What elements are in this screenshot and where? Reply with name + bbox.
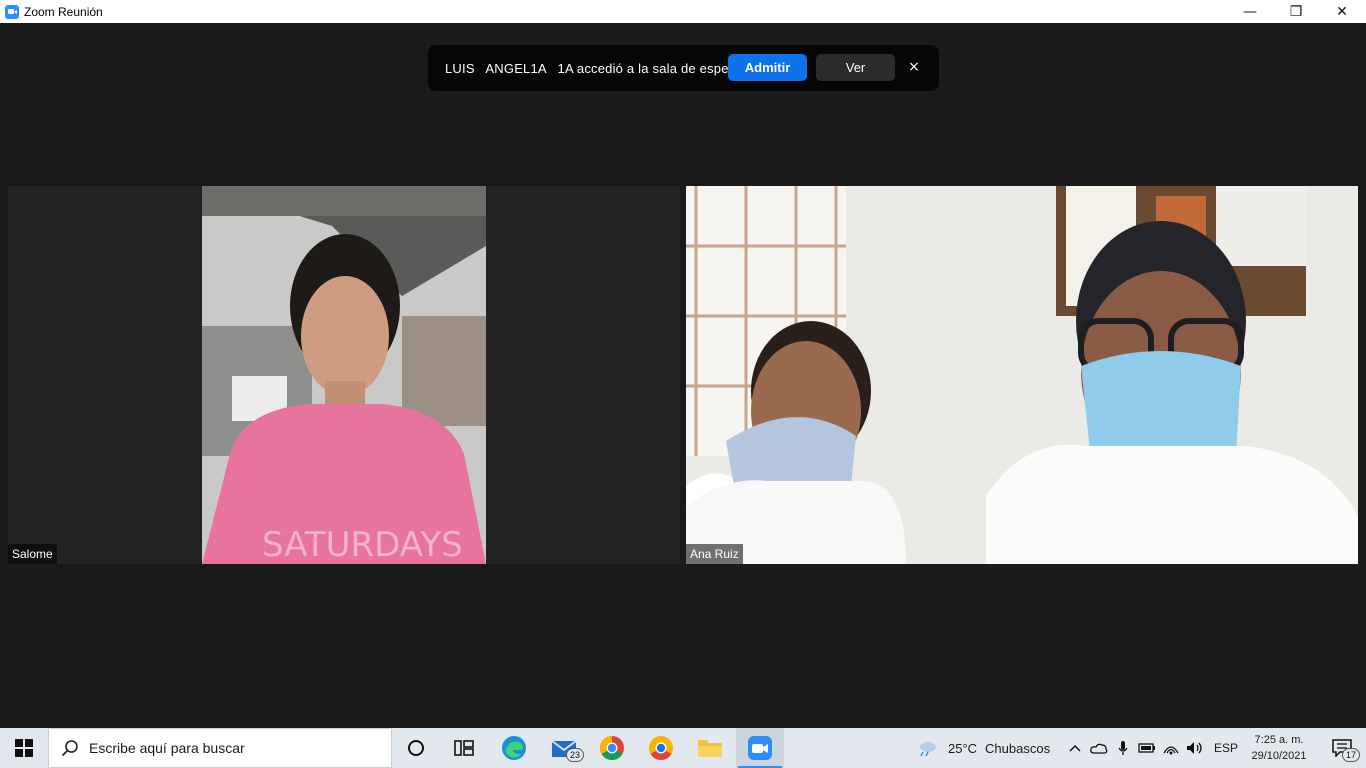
action-center-button[interactable]: 17 bbox=[1318, 728, 1366, 768]
battery-button[interactable] bbox=[1136, 728, 1158, 768]
task-view-icon bbox=[454, 740, 474, 756]
notification-message: LUIS ANGEL1A 1A accedió a la sala de esp… bbox=[445, 60, 741, 76]
show-hidden-icons-button[interactable] bbox=[1064, 728, 1086, 768]
notification-badge: 17 bbox=[1342, 748, 1361, 762]
minimize-button[interactable]: — bbox=[1227, 0, 1273, 23]
chrome-icon bbox=[599, 736, 624, 761]
taskbar-search-box[interactable]: Escribe aquí para buscar bbox=[48, 728, 392, 768]
weather-widget[interactable]: 25°C Chubascos bbox=[916, 728, 1050, 768]
zoom-app-icon bbox=[5, 4, 19, 19]
microphone-button[interactable] bbox=[1112, 728, 1134, 768]
network-button[interactable] bbox=[1160, 728, 1182, 768]
meeting-area: LUIS ANGEL1A 1A accedió a la sala de esp… bbox=[0, 23, 1366, 728]
edge-icon bbox=[502, 736, 526, 760]
zoom-icon bbox=[748, 736, 772, 760]
cortana-icon bbox=[408, 740, 424, 756]
mail-taskbar-button[interactable]: 23 bbox=[540, 728, 588, 768]
mail-badge: 23 bbox=[566, 748, 585, 762]
folder-icon bbox=[698, 740, 722, 757]
video-tile-ana-ruiz[interactable]: Ana Ruiz bbox=[686, 186, 1358, 564]
waiting-room-notification: LUIS ANGEL1A 1A accedió a la sala de esp… bbox=[428, 45, 939, 91]
edge-taskbar-button[interactable] bbox=[490, 728, 538, 768]
speaker-icon bbox=[1187, 742, 1202, 754]
view-button[interactable]: Ver bbox=[816, 54, 895, 81]
search-placeholder: Escribe aquí para buscar bbox=[89, 740, 245, 756]
language-label: ESP bbox=[1214, 741, 1239, 755]
weather-condition: Chubascos bbox=[985, 740, 1051, 756]
start-button[interactable] bbox=[0, 728, 48, 768]
window-titlebar: Zoom Reunión — ❐ ✕ bbox=[0, 0, 1366, 23]
svg-text:SATURDAYS: SATURDAYS bbox=[262, 525, 463, 564]
clock-time: 7:25 a. m. bbox=[1254, 734, 1304, 746]
language-indicator[interactable]: ESP bbox=[1214, 728, 1238, 768]
chrome-profile-icon bbox=[649, 736, 673, 761]
volume-button[interactable] bbox=[1184, 728, 1206, 768]
chrome-canary-taskbar-button[interactable] bbox=[637, 728, 685, 768]
cortana-button[interactable] bbox=[392, 728, 440, 768]
file-explorer-taskbar-button[interactable] bbox=[686, 728, 734, 768]
participant-name-tag: Ana Ruiz bbox=[686, 544, 743, 564]
windows-logo-icon bbox=[15, 739, 33, 757]
zoom-taskbar-button[interactable] bbox=[736, 728, 784, 768]
participant-video-salome: SATURDAYS bbox=[202, 186, 486, 564]
close-window-button[interactable]: ✕ bbox=[1319, 0, 1365, 23]
wifi-icon bbox=[1163, 746, 1179, 755]
search-icon bbox=[61, 740, 78, 757]
chrome-taskbar-button[interactable] bbox=[588, 728, 636, 768]
admit-button[interactable]: Admitir bbox=[728, 54, 807, 81]
microphone-icon bbox=[1118, 741, 1128, 755]
participant-video-ana-ruiz bbox=[686, 186, 1358, 564]
onedrive-button[interactable] bbox=[1088, 728, 1110, 768]
window-title: Zoom Reunión bbox=[24, 4, 103, 19]
video-tile-salome[interactable]: SATURDAYS Salome bbox=[8, 186, 680, 564]
chevron-up-icon bbox=[1069, 744, 1081, 752]
windows-taskbar: Escribe aquí para buscar 23 25°C Chubasc… bbox=[0, 728, 1366, 768]
participant-name-tag: Salome bbox=[8, 544, 57, 564]
task-view-button[interactable] bbox=[440, 728, 488, 768]
rain-cloud-icon bbox=[920, 742, 936, 757]
cloud-icon bbox=[1090, 743, 1108, 754]
clock-date: 29/10/2021 bbox=[1251, 750, 1307, 762]
battery-icon bbox=[1138, 743, 1155, 753]
taskbar-clock[interactable]: 7:25 a. m. 29/10/2021 bbox=[1240, 728, 1318, 768]
close-notification-button[interactable]: × bbox=[904, 56, 924, 78]
maximize-button[interactable]: ❐ bbox=[1273, 0, 1319, 23]
weather-temperature: 25°C bbox=[948, 740, 978, 756]
